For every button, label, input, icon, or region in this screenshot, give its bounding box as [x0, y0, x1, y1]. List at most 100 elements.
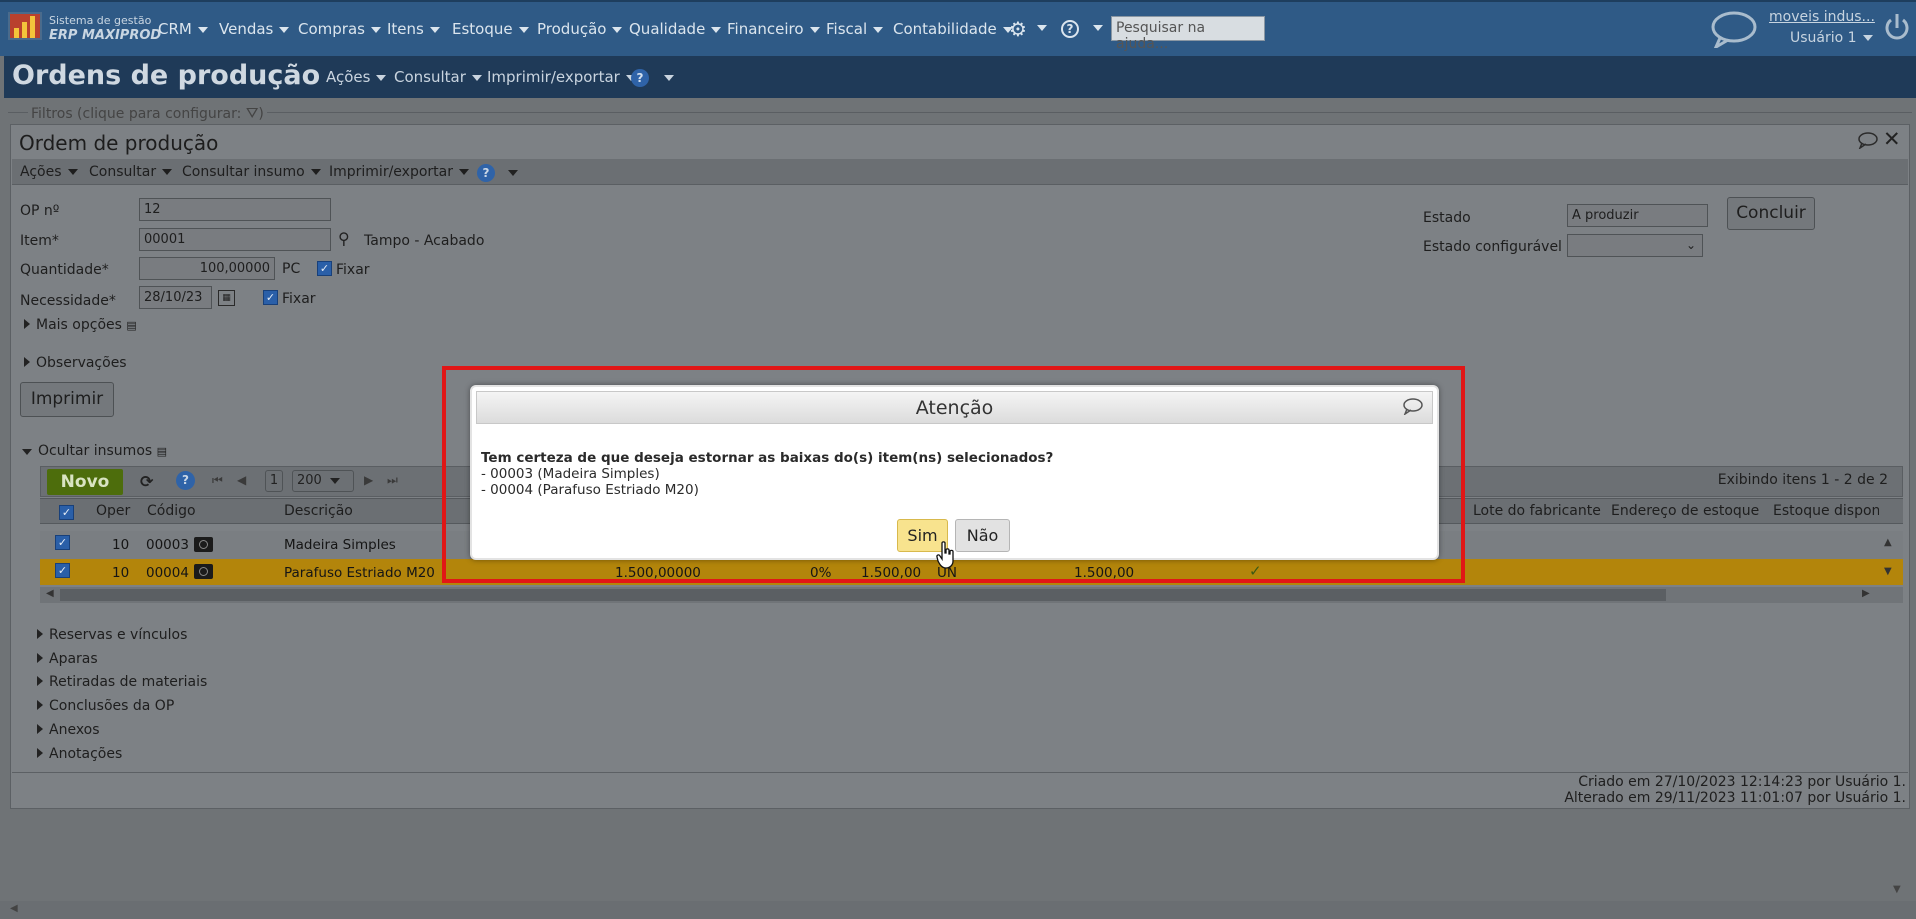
header-lote[interactable]: Lote do fabricante [1473, 503, 1601, 519]
item-description: Tampo - Acabado [364, 233, 485, 249]
expand-icon [24, 319, 30, 329]
panel-help-dropdown-icon[interactable] [508, 170, 518, 176]
page-help-icon[interactable]: ? [631, 69, 649, 87]
new-button[interactable]: Novo [47, 469, 123, 495]
search-icon[interactable]: ⚲ [338, 229, 350, 248]
scroll-up-icon[interactable]: ▲ [1884, 537, 1892, 548]
maxiprod-logo[interactable] [8, 12, 42, 40]
print-button[interactable]: Imprimir [20, 382, 114, 417]
header-estoque[interactable]: Estoque disponí [1773, 503, 1879, 519]
row-checkbox[interactable]: ✓ [55, 535, 70, 550]
scroll-left-icon[interactable]: ◀ [46, 588, 54, 599]
help-icon[interactable]: ? [1061, 20, 1079, 38]
user-menu[interactable]: Usuário 1 [1790, 30, 1873, 46]
calendar-icon[interactable]: ▦ [218, 290, 235, 306]
section-retiradas[interactable]: Retiradas de materiais [37, 674, 207, 690]
panel-menu-consultar-insumo[interactable]: Consultar insumo [182, 164, 321, 180]
section-reservas[interactable]: Reservas e vínculos [37, 627, 187, 643]
page-help-dropdown-icon[interactable] [664, 75, 674, 81]
settings-dropdown-icon[interactable] [1037, 25, 1047, 31]
scroll-right-icon[interactable]: ▶ [1862, 588, 1870, 599]
menu-vendas[interactable]: Vendas [219, 20, 290, 38]
filter-icon[interactable]: ⛛ [246, 104, 259, 122]
dialog-comment-icon[interactable] [1402, 397, 1424, 415]
row-checkbox[interactable]: ✓ [55, 563, 70, 578]
panel-menu-consultar[interactable]: Consultar [89, 164, 173, 180]
section-anexos[interactable]: Anexos [37, 722, 100, 738]
company-link[interactable]: moveis indus... [1769, 9, 1875, 25]
page-title: Ordens de produção [12, 60, 321, 91]
chevron-down-icon: ⌄ [1685, 238, 1696, 252]
fixar-date-checkbox[interactable]: ✓ [263, 290, 278, 305]
more-options-toggle[interactable]: Mais opções ▤ [24, 317, 137, 333]
expand-icon [37, 653, 43, 663]
page-scroll-left-icon[interactable]: ◀ [10, 903, 18, 914]
menu-qualidade[interactable]: Qualidade [629, 20, 722, 38]
panel-menu-acoes[interactable]: Ações [20, 164, 78, 180]
scroll-down-icon[interactable]: ▼ [1884, 566, 1892, 577]
page-menu-imprimir[interactable]: Imprimir/exportar [487, 68, 636, 86]
camera-icon[interactable] [194, 564, 213, 579]
section-aparas[interactable]: Aparas [37, 651, 98, 667]
page-menu-consultar[interactable]: Consultar [394, 68, 482, 86]
expand-icon [37, 748, 43, 758]
panel-menu-imprimir[interactable]: Imprimir/exportar [329, 164, 469, 180]
dialog-title: Atenção [915, 397, 994, 419]
state-field: A produzir [1567, 204, 1708, 227]
hide-inputs-toggle[interactable]: Ocultar insumos ▤ [22, 443, 167, 459]
menu-contabilidade[interactable]: Contabilidade [893, 20, 1013, 38]
conclude-button[interactable]: Concluir [1727, 197, 1815, 230]
page-menu-acoes[interactable]: Ações [326, 68, 387, 86]
scrollbar-thumb[interactable] [60, 589, 1666, 601]
menu-itens[interactable]: Itens [387, 20, 440, 38]
observations-toggle[interactable]: Observações [24, 355, 127, 371]
config-state-select[interactable]: ⌄ [1567, 234, 1703, 257]
no-button[interactable]: Não [955, 519, 1010, 552]
expand-icon [37, 700, 43, 710]
section-conclusoes[interactable]: Conclusões da OP [37, 698, 174, 714]
close-icon[interactable]: ✕ [1883, 127, 1901, 151]
header-descricao[interactable]: Descrição [284, 503, 353, 519]
refresh-icon[interactable]: ⟳ [140, 472, 153, 491]
first-page-icon[interactable]: ⏮ [212, 473, 223, 488]
power-icon[interactable] [1884, 12, 1910, 42]
menu-estoque[interactable]: Estoque [452, 20, 529, 38]
gear-icon[interactable]: ⚙ [1009, 17, 1027, 41]
section-anotacoes[interactable]: Anotações [37, 746, 122, 762]
collapse-icon [22, 449, 32, 455]
next-page-icon[interactable]: ▶ [364, 473, 373, 487]
header-codigo[interactable]: Código [147, 503, 196, 519]
config-state-label: Estado configurável [1423, 239, 1562, 255]
fixar-quantity-checkbox[interactable]: ✓ [317, 261, 332, 276]
previous-page-icon[interactable]: ◀ [237, 473, 246, 487]
page-size-select[interactable]: 200 [292, 470, 354, 492]
camera-icon[interactable] [194, 537, 213, 552]
grid-help-icon[interactable]: ? [176, 471, 195, 490]
comment-icon[interactable] [1857, 131, 1879, 149]
op-number-field[interactable]: 12 [139, 198, 331, 221]
page-number-field[interactable]: 1 [265, 470, 283, 492]
last-page-icon[interactable]: ⏭ [387, 473, 398, 488]
filters-legend[interactable]: Filtros (clique para configurar: ⛛) [28, 104, 267, 122]
help-search-input[interactable]: Pesquisar na ajuda... [1111, 16, 1265, 52]
header-oper[interactable]: Oper [96, 503, 130, 519]
menu-fiscal[interactable]: Fiscal [826, 20, 884, 38]
menu-producao[interactable]: Produção [537, 20, 623, 38]
help-dropdown-icon[interactable] [1093, 25, 1103, 31]
quantity-field[interactable]: 100,00000 [139, 257, 275, 280]
page-horizontal-scrollbar[interactable] [0, 901, 1916, 919]
header-endereco[interactable]: Endereço de estoque [1611, 503, 1759, 519]
fixar-quantity-label: Fixar [336, 262, 370, 278]
quantity-label: Quantidade* [20, 262, 109, 278]
need-date-field[interactable]: 28/10/23 [139, 286, 212, 309]
item-label: Item* [20, 233, 59, 249]
row-code: 00003 [146, 537, 189, 553]
menu-compras[interactable]: Compras [298, 20, 381, 38]
menu-crm[interactable]: CRM [158, 20, 208, 38]
select-all-checkbox[interactable]: ✓ [59, 505, 74, 520]
panel-help-icon[interactable]: ? [477, 164, 495, 182]
page-scroll-down-icon[interactable]: ▼ [1893, 884, 1901, 895]
chat-icon[interactable] [1710, 10, 1758, 48]
menu-financeiro[interactable]: Financeiro [727, 20, 820, 38]
item-field[interactable]: 00001 [139, 228, 331, 251]
